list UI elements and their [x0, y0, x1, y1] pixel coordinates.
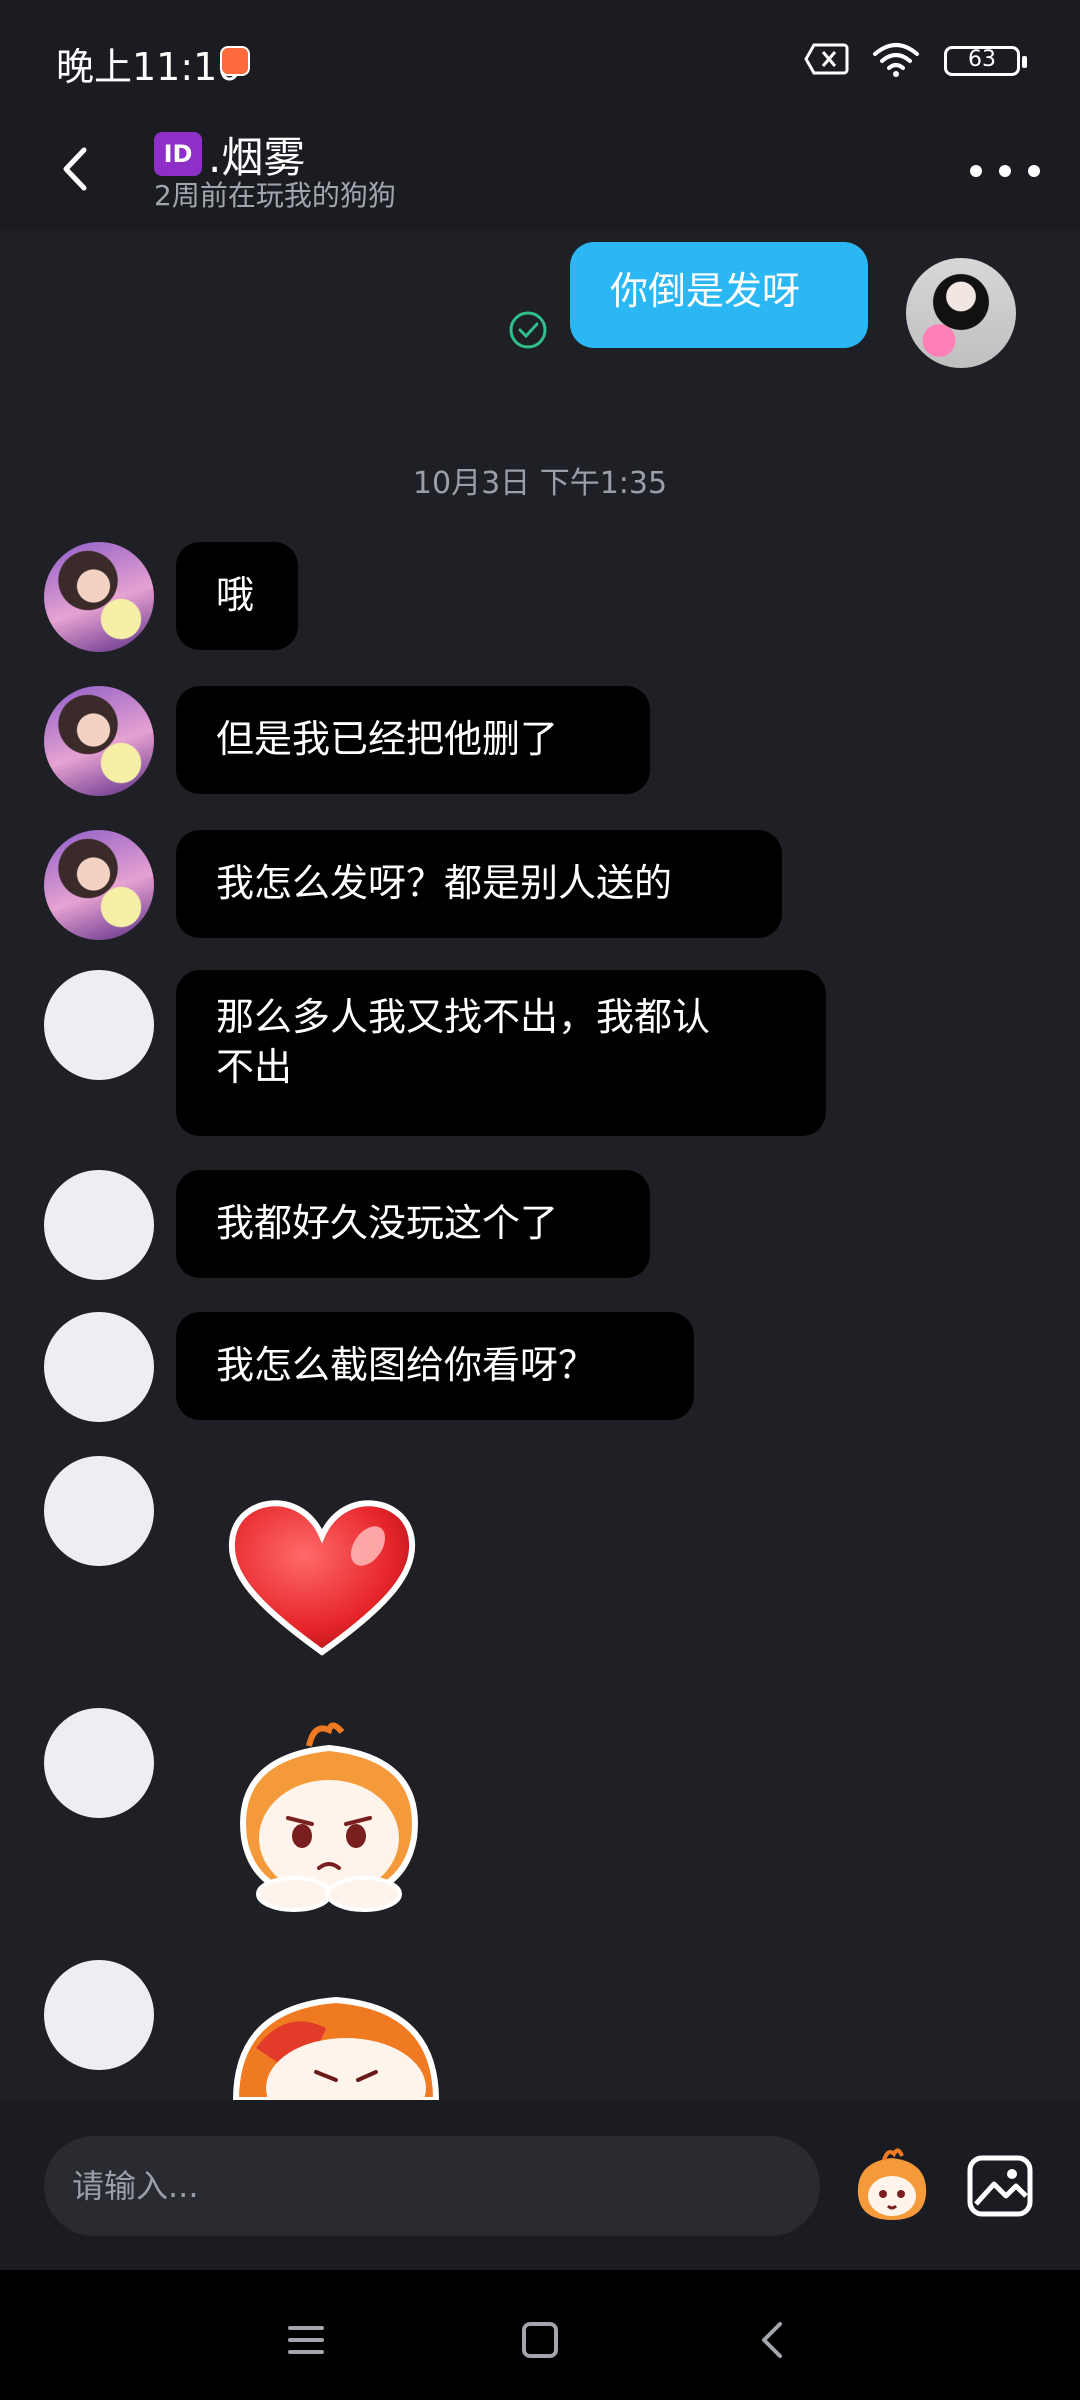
my-avatar[interactable]: [906, 258, 1016, 368]
home-icon[interactable]: [510, 2310, 570, 2370]
battery-indicator: 63: [944, 46, 1027, 76]
back-arrow-icon[interactable]: [46, 134, 106, 204]
my-message-text: 你倒是发呀: [610, 269, 801, 313]
menu-icon[interactable]: [276, 2310, 336, 2370]
time-divider: 10月3日 下午1:35: [412, 466, 668, 501]
message-text-line: 不出: [216, 1045, 293, 1089]
input-placeholder: 请输入...: [72, 2167, 199, 2205]
status-time: 晚上11:10: [56, 45, 242, 89]
chat-header: ID .烟雾 2周前在玩我的狗狗: [0, 124, 1080, 230]
message-bubble[interactable]: 但是我已经把他删了: [176, 686, 650, 794]
message-bubble[interactable]: 我怎么截图给你看呀？: [176, 1312, 694, 1420]
no-sim-icon: [804, 43, 849, 75]
my-message-bubble[interactable]: 你倒是发呀: [570, 242, 868, 348]
back-icon[interactable]: [744, 2310, 804, 2370]
contact-avatar[interactable]: [44, 1170, 154, 1280]
wifi-icon: [873, 43, 919, 77]
message-text-line: 那么多人我又找不出，我都认: [216, 995, 711, 1039]
contact-avatar[interactable]: [44, 1312, 154, 1422]
app-notification-icon: [220, 46, 250, 76]
more-icon[interactable]: [970, 146, 1040, 196]
message-text: 我怎么截图给你看呀？: [216, 1343, 597, 1387]
contact-avatar[interactable]: [44, 686, 154, 796]
check-circle-icon: [509, 311, 547, 349]
contact-avatar[interactable]: [44, 1456, 154, 1566]
mascot-emoji-icon[interactable]: [850, 2144, 934, 2228]
message-composer: 请输入...: [0, 2100, 1080, 2270]
message-bubble[interactable]: 那么多人我又找不出，我都认 不出: [176, 970, 826, 1136]
chat-subtitle: 2周前在玩我的狗狗: [154, 179, 396, 212]
contact-avatar[interactable]: [44, 970, 154, 1080]
message-text: 哦: [216, 573, 255, 617]
message-input[interactable]: 请输入...: [44, 2136, 820, 2236]
id-badge-icon: ID: [154, 132, 202, 176]
message-list[interactable]: 你倒是发呀 10月3日 下午1:35 哦 但是我已经把他删了 我怎么发呀？都是别…: [0, 230, 1080, 2100]
message-bubble[interactable]: 我都好久没玩这个了: [176, 1170, 650, 1278]
heart-sticker[interactable]: [222, 1492, 422, 1662]
contact-avatar[interactable]: [44, 1708, 154, 1818]
contact-avatar[interactable]: [44, 1960, 154, 2070]
message-text: 我都好久没玩这个了: [216, 1201, 559, 1245]
contact-avatar[interactable]: [44, 830, 154, 940]
message-bubble[interactable]: 哦: [176, 542, 298, 650]
system-nav-bar: [0, 2270, 1080, 2400]
battery-level: 63: [968, 47, 996, 72]
status-bar: 晚上11:10 63: [0, 0, 1080, 124]
image-icon[interactable]: [964, 2150, 1036, 2222]
fox-sticker-partial[interactable]: [226, 1988, 446, 2100]
message-bubble[interactable]: 我怎么发呀？都是别人送的: [176, 830, 782, 938]
sad-fox-sticker[interactable]: [214, 1718, 444, 1918]
message-text: 但是我已经把他删了: [216, 717, 559, 761]
contact-avatar[interactable]: [44, 542, 154, 652]
message-text: 我怎么发呀？都是别人送的: [216, 861, 673, 905]
